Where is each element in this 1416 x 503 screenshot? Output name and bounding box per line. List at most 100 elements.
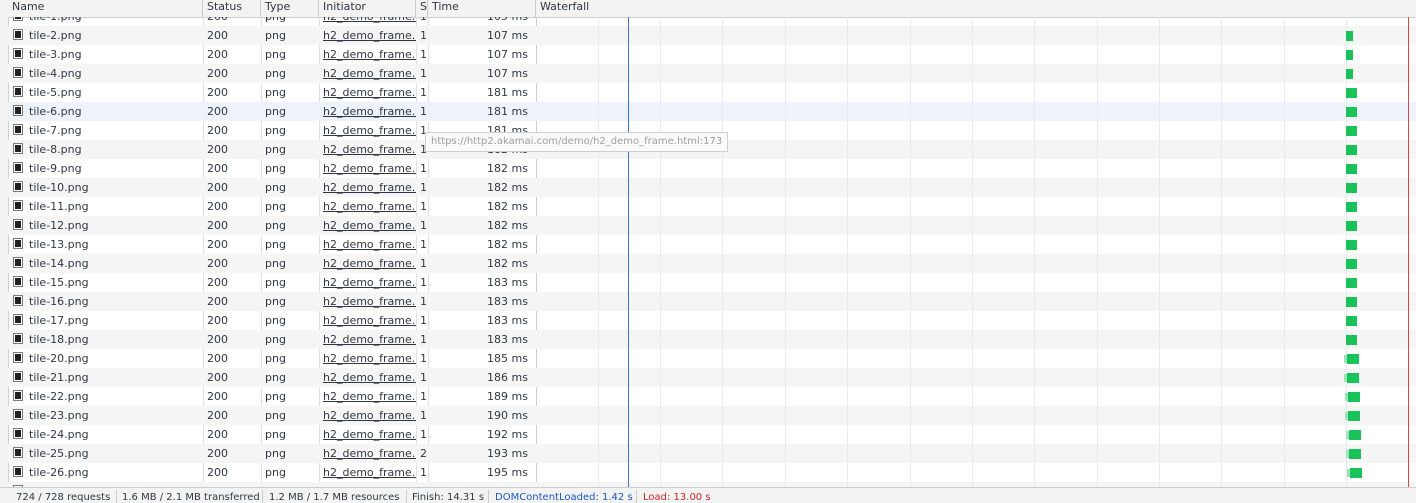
request-name-cell[interactable]: tile-17.png (8, 311, 203, 330)
waterfall-bar[interactable] (1346, 88, 1357, 98)
table-row[interactable]: tile-1.png 200pngh2_demo_frame.html:17311… (8, 17, 1416, 26)
table-row[interactable]: tile-25.png 200 png h2_demo_frame.html:173 2… (8, 444, 1416, 463)
request-name-cell[interactable]: tile-2.png (8, 26, 203, 45)
request-name-cell[interactable]: tile-20.png (8, 349, 203, 368)
request-initiator-link[interactable]: h2_demo_frame.html:173 (319, 216, 416, 235)
request-name-cell[interactable]: tile-23.png (8, 406, 203, 425)
request-initiator-link[interactable]: h2_demo_frame.html:173 (319, 330, 416, 349)
request-name-cell[interactable]: tile-12.png (8, 216, 203, 235)
request-list[interactable]: tile-1.png200pngh2_demo_frame.html:17311… (8, 17, 1416, 487)
waterfall-bar[interactable] (1349, 449, 1361, 459)
waterfall-bar[interactable] (1346, 202, 1357, 212)
waterfall-bar[interactable] (1346, 164, 1357, 174)
table-row[interactable]: tile-11.png 200 png h2_demo_frame.html:173 1… (8, 197, 1416, 216)
table-row[interactable]: tile-14.png 200 png h2_demo_frame.html:173 1… (8, 254, 1416, 273)
table-row[interactable]: tile-5.png 200 png h2_demo_frame.html:173 1 1… (8, 83, 1416, 102)
request-initiator-link[interactable]: h2_demo_frame.html:173 (319, 254, 416, 273)
request-initiator-link[interactable]: h2_demo_frame.html:173 (319, 17, 416, 26)
col-header-waterfall[interactable]: Waterfall (536, 0, 1416, 17)
request-name-cell[interactable]: tile-5.png (8, 83, 203, 102)
table-row[interactable]: tile-12.png 200 png h2_demo_frame.html:173 1… (8, 216, 1416, 235)
table-row[interactable]: tile-10.png 200 png h2_demo_frame.html:173 1… (8, 178, 1416, 197)
table-row[interactable]: tile-24.png 200 png h2_demo_frame.html:173 1… (8, 425, 1416, 444)
request-name-cell[interactable]: tile-3.png (8, 45, 203, 64)
waterfall-bar[interactable] (1346, 50, 1353, 60)
request-initiator-link[interactable]: h2_demo_frame.html:173 (319, 349, 416, 368)
request-initiator-link[interactable]: h2_demo_frame.html:173 (319, 444, 416, 463)
table-row[interactable]: tile-18.png 200 png h2_demo_frame.html:173 1… (8, 330, 1416, 349)
request-name-cell[interactable]: tile-21.png (8, 368, 203, 387)
request-initiator-link[interactable]: h2_demo_frame.html:173 (319, 406, 416, 425)
request-name-cell[interactable]: tile-11.png (8, 197, 203, 216)
waterfall-bar[interactable] (1350, 468, 1362, 478)
request-initiator-link[interactable]: h2_demo_frame.html:173 (319, 368, 416, 387)
col-header-type[interactable]: Type (261, 0, 319, 17)
col-header-size[interactable]: S (416, 0, 428, 17)
waterfall-bar[interactable] (1346, 31, 1353, 41)
request-initiator-link[interactable]: h2_demo_frame.html:173 (319, 311, 416, 330)
table-row[interactable]: tile-20.png 200 png h2_demo_frame.html:173 1… (8, 349, 1416, 368)
request-initiator-link[interactable]: h2_demo_frame.html:173 (319, 159, 416, 178)
table-row[interactable]: tile-23.png 200 png h2_demo_frame.html:173 1… (8, 406, 1416, 425)
request-name-cell[interactable]: tile-26.png (8, 463, 203, 482)
waterfall-bar[interactable] (1346, 126, 1357, 136)
waterfall-bar[interactable] (1346, 240, 1357, 250)
waterfall-bar[interactable] (1346, 183, 1357, 193)
request-name-cell[interactable]: tile-6.png (8, 102, 203, 121)
request-name-cell[interactable]: tile-8.png (8, 140, 203, 159)
waterfall-bar[interactable] (1346, 69, 1353, 79)
request-initiator-link[interactable]: h2_demo_frame.html:173 (319, 178, 416, 197)
request-initiator-link[interactable]: h2_demo_frame.html:173 (319, 121, 416, 140)
waterfall-bar[interactable] (1347, 354, 1359, 364)
request-name-cell[interactable]: tile-1.png (8, 17, 203, 26)
waterfall-bar[interactable] (1346, 145, 1357, 155)
table-row[interactable]: tile-16.png 200 png h2_demo_frame.html:173 1… (8, 292, 1416, 311)
table-row[interactable]: tile-22.png 200 png h2_demo_frame.html:173 1… (8, 387, 1416, 406)
request-name-cell[interactable]: tile-14.png (8, 254, 203, 273)
request-initiator-link[interactable]: h2_demo_frame.html:173 (319, 197, 416, 216)
request-initiator-link[interactable]: h2_demo_frame.html:173 (319, 463, 416, 482)
request-initiator-link[interactable]: h2_demo_frame.html:173 (319, 83, 416, 102)
request-initiator-link[interactable]: h2_demo_frame.html:173 (319, 292, 416, 311)
request-name-cell[interactable]: tile-24.png (8, 425, 203, 444)
waterfall-bar[interactable] (1346, 107, 1357, 117)
request-name-cell[interactable]: tile-9.png (8, 159, 203, 178)
request-name-cell[interactable]: tile-22.png (8, 387, 203, 406)
request-name-cell[interactable]: tile-25.png (8, 444, 203, 463)
col-header-initiator[interactable]: Initiator (319, 0, 416, 17)
request-initiator-link[interactable]: h2_demo_frame.html:173 (319, 26, 416, 45)
table-row[interactable]: tile-17.png 200 png h2_demo_frame.html:173 1… (8, 311, 1416, 330)
waterfall-bar[interactable] (1349, 430, 1361, 440)
table-row[interactable]: tile-3.png 200 png h2_demo_frame.html:173 1 1… (8, 45, 1416, 64)
table-row[interactable]: tile-4.png 200 png h2_demo_frame.html:173 1 1… (8, 64, 1416, 83)
table-row[interactable]: tile-15.png 200 png h2_demo_frame.html:173 1… (8, 273, 1416, 292)
waterfall-bar[interactable] (1346, 297, 1357, 307)
request-name-cell[interactable]: tile-7.png (8, 121, 203, 140)
request-name-cell[interactable]: tile-15.png (8, 273, 203, 292)
col-header-name[interactable]: Name (8, 0, 203, 17)
waterfall-bar[interactable] (1346, 335, 1357, 345)
table-row[interactable]: tile-26.png 200 png h2_demo_frame.html:173 1… (8, 463, 1416, 482)
request-initiator-link[interactable]: h2_demo_frame.html:173 (319, 64, 416, 83)
request-initiator-link[interactable]: h2_demo_frame.html:173 (319, 102, 416, 121)
waterfall-bar[interactable] (1347, 373, 1359, 383)
table-row[interactable]: tile-2.png 200 png h2_demo_frame.html:173 1 1… (8, 26, 1416, 45)
waterfall-bar[interactable] (1346, 221, 1357, 231)
request-initiator-link[interactable]: h2_demo_frame.html:173 (319, 235, 416, 254)
waterfall-bar[interactable] (1346, 278, 1357, 288)
table-row[interactable]: tile-6.png 200 png h2_demo_frame.html:173 1 1… (8, 102, 1416, 121)
request-name-cell[interactable]: tile-16.png (8, 292, 203, 311)
col-header-time[interactable]: Time (428, 0, 536, 17)
request-initiator-link[interactable]: h2_demo_frame.html:173 (319, 273, 416, 292)
waterfall-bar[interactable] (1348, 411, 1360, 421)
table-row[interactable]: tile-21.png 200 png h2_demo_frame.html:173 1… (8, 368, 1416, 387)
request-name-cell[interactable]: tile-10.png (8, 178, 203, 197)
table-row[interactable]: tile-9.png 200 png h2_demo_frame.html:173 1 1… (8, 159, 1416, 178)
request-initiator-link[interactable]: h2_demo_frame.html:173 (319, 387, 416, 406)
request-initiator-link[interactable]: h2_demo_frame.html:173 (319, 45, 416, 64)
table-row[interactable]: tile-13.png 200 png h2_demo_frame.html:173 1… (8, 235, 1416, 254)
request-name-cell[interactable]: tile-4.png (8, 64, 203, 83)
request-initiator-link[interactable]: h2_demo_frame.html:173 (319, 425, 416, 444)
col-header-status[interactable]: Status (203, 0, 261, 17)
request-name-cell[interactable]: tile-13.png (8, 235, 203, 254)
